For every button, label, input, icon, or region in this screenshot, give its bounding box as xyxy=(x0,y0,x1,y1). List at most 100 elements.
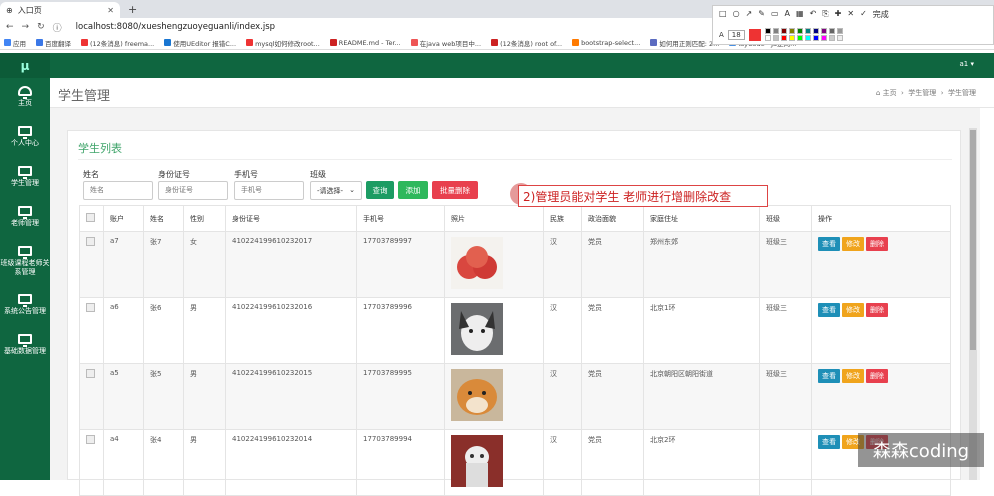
color-swatch[interactable] xyxy=(764,35,771,41)
view-button[interactable]: 查看 xyxy=(818,303,840,317)
ellipse-icon[interactable]: ○ xyxy=(733,9,740,20)
color-swatch[interactable] xyxy=(820,28,827,34)
color-swatch[interactable] xyxy=(804,28,811,34)
row-checkbox[interactable] xyxy=(86,435,95,444)
color-swatch[interactable] xyxy=(788,28,795,34)
bookmark-item[interactable]: bootstrap-select... xyxy=(572,39,640,47)
col-header: 班级 xyxy=(759,205,812,232)
color-swatch[interactable] xyxy=(812,35,819,41)
sidebar-item[interactable]: 系统公告管理 xyxy=(0,294,50,316)
bookmark-item[interactable]: (12条消息) root of... xyxy=(491,38,562,48)
table-cell: 17703789997 xyxy=(356,231,445,298)
name-filter-input[interactable] xyxy=(83,181,153,200)
sidebar-item[interactable]: 个人中心 xyxy=(0,126,50,148)
idcard-filter-input[interactable] xyxy=(158,181,228,200)
search-button[interactable]: 查询 xyxy=(366,181,394,199)
bookmark-item[interactable]: 使用UEditor 报错C... xyxy=(164,38,236,48)
monitor-icon xyxy=(18,294,32,307)
view-button[interactable]: 查看 xyxy=(818,237,840,251)
cancel-icon[interactable]: ✕ xyxy=(847,9,854,20)
col-header: 照片 xyxy=(444,205,544,232)
user-menu[interactable]: a1 ▾ xyxy=(960,60,974,68)
edit-button[interactable]: 修改 xyxy=(842,303,864,317)
view-button[interactable]: 查看 xyxy=(818,435,840,449)
row-checkbox[interactable] xyxy=(86,369,95,378)
row-select-cell xyxy=(79,363,104,430)
bookmark-item[interactable]: README.md - Ter... xyxy=(329,39,401,47)
color-swatch[interactable] xyxy=(780,35,787,41)
batch-delete-button[interactable]: 批量删除 xyxy=(432,181,478,199)
color-swatch[interactable] xyxy=(836,35,843,41)
color-swatch[interactable] xyxy=(764,28,771,34)
delete-button[interactable]: 删除 xyxy=(866,237,888,251)
color-swatch[interactable] xyxy=(772,35,779,41)
finish-check-icon[interactable]: ✓ xyxy=(860,9,867,20)
save-icon[interactable]: ⎘ xyxy=(822,9,828,20)
blur-icon[interactable]: ▦ xyxy=(796,9,804,20)
add-button[interactable]: 添加 xyxy=(398,181,428,199)
breadcrumb-item[interactable]: 学生管理 xyxy=(908,89,936,97)
reload-icon[interactable]: ↻ xyxy=(37,22,45,32)
annotation-note: 2)管理员能对学生 老师进行增删除改查 xyxy=(518,185,768,207)
font-size-select[interactable]: 18 xyxy=(727,29,745,40)
bookmark-item[interactable]: 百度翻译 xyxy=(36,38,71,48)
scrollbar-thumb[interactable] xyxy=(970,130,976,350)
marker-icon[interactable]: ▭ xyxy=(771,9,779,20)
bookmark-item[interactable]: mysql如何修改root... xyxy=(246,38,320,48)
table-cell: 北京2环 xyxy=(643,429,760,496)
sidebar-item[interactable]: 班级课程老师关系管理 xyxy=(0,246,50,277)
sidebar-item[interactable]: 主页 xyxy=(0,86,50,108)
arrow-icon[interactable]: ↗ xyxy=(746,9,753,20)
app-logo: μ xyxy=(0,53,50,78)
breadcrumb-item[interactable]: 主页 xyxy=(883,89,897,97)
color-swatch[interactable] xyxy=(796,28,803,34)
finish-label[interactable]: 完成 xyxy=(873,9,889,20)
sidebar-item[interactable]: 基础数据管理 xyxy=(0,334,50,356)
bookmark-item[interactable]: 应用 xyxy=(4,38,26,48)
table-cell: 张5 xyxy=(143,363,184,430)
bookmark-item[interactable]: 如何用正则匹配: 2... xyxy=(650,38,719,48)
color-swatch[interactable] xyxy=(772,28,779,34)
sidebar-item[interactable]: 学生管理 xyxy=(0,166,50,188)
row-checkbox[interactable] xyxy=(86,237,95,246)
scrollbar[interactable] xyxy=(969,128,977,480)
color-swatch[interactable] xyxy=(780,28,787,34)
color-palette[interactable] xyxy=(764,28,844,41)
pen-icon[interactable]: ✎ xyxy=(758,9,765,20)
color-swatch[interactable] xyxy=(836,28,843,34)
close-icon[interactable]: ✕ xyxy=(107,6,114,15)
table-cell: 410224199610232015 xyxy=(225,363,357,430)
color-swatch[interactable] xyxy=(788,35,795,41)
url-field[interactable]: localhost:8080/xueshengzuoyeguanli/index… xyxy=(76,22,275,32)
color-swatch[interactable] xyxy=(828,28,835,34)
browser-tab[interactable]: ⊕ 入口页 ✕ xyxy=(0,2,120,18)
color-swatch[interactable] xyxy=(812,28,819,34)
delete-button[interactable]: 删除 xyxy=(866,369,888,383)
bookmark-item[interactable]: 在java web项目中... xyxy=(410,38,481,48)
back-icon[interactable]: ← xyxy=(6,22,14,32)
select-all-checkbox[interactable] xyxy=(86,213,95,222)
edit-button[interactable]: 修改 xyxy=(842,369,864,383)
color-swatch[interactable] xyxy=(804,35,811,41)
phone-filter-input[interactable] xyxy=(234,181,304,200)
text-icon[interactable]: A xyxy=(785,9,790,20)
row-checkbox[interactable] xyxy=(86,303,95,312)
current-color-swatch[interactable] xyxy=(748,28,761,41)
class-filter-select[interactable]: -请选择- ⌄ xyxy=(310,181,362,200)
view-button[interactable]: 查看 xyxy=(818,369,840,383)
color-swatch[interactable] xyxy=(820,35,827,41)
undo-icon[interactable]: ↶ xyxy=(810,9,817,20)
table-header-row: 账户 姓名 性别 身份证号 手机号 照片 民族 政治面貌 家庭住址 班级 操作 xyxy=(79,205,951,232)
table-cell: 班级三 xyxy=(759,231,812,298)
bookmark-item[interactable]: (12条消息) freema... xyxy=(81,38,154,48)
edit-button[interactable]: 修改 xyxy=(842,237,864,251)
pin-icon[interactable]: ✚ xyxy=(835,9,842,20)
sidebar-item[interactable]: 老师管理 xyxy=(0,206,50,228)
rectangle-icon[interactable]: □ xyxy=(719,9,727,20)
delete-button[interactable]: 删除 xyxy=(866,303,888,317)
color-swatch[interactable] xyxy=(828,35,835,41)
forward-icon[interactable]: → xyxy=(22,22,30,32)
color-swatch[interactable] xyxy=(796,35,803,41)
table-cell: 郑州东郊 xyxy=(643,231,760,298)
new-tab-icon[interactable]: + xyxy=(128,3,137,16)
